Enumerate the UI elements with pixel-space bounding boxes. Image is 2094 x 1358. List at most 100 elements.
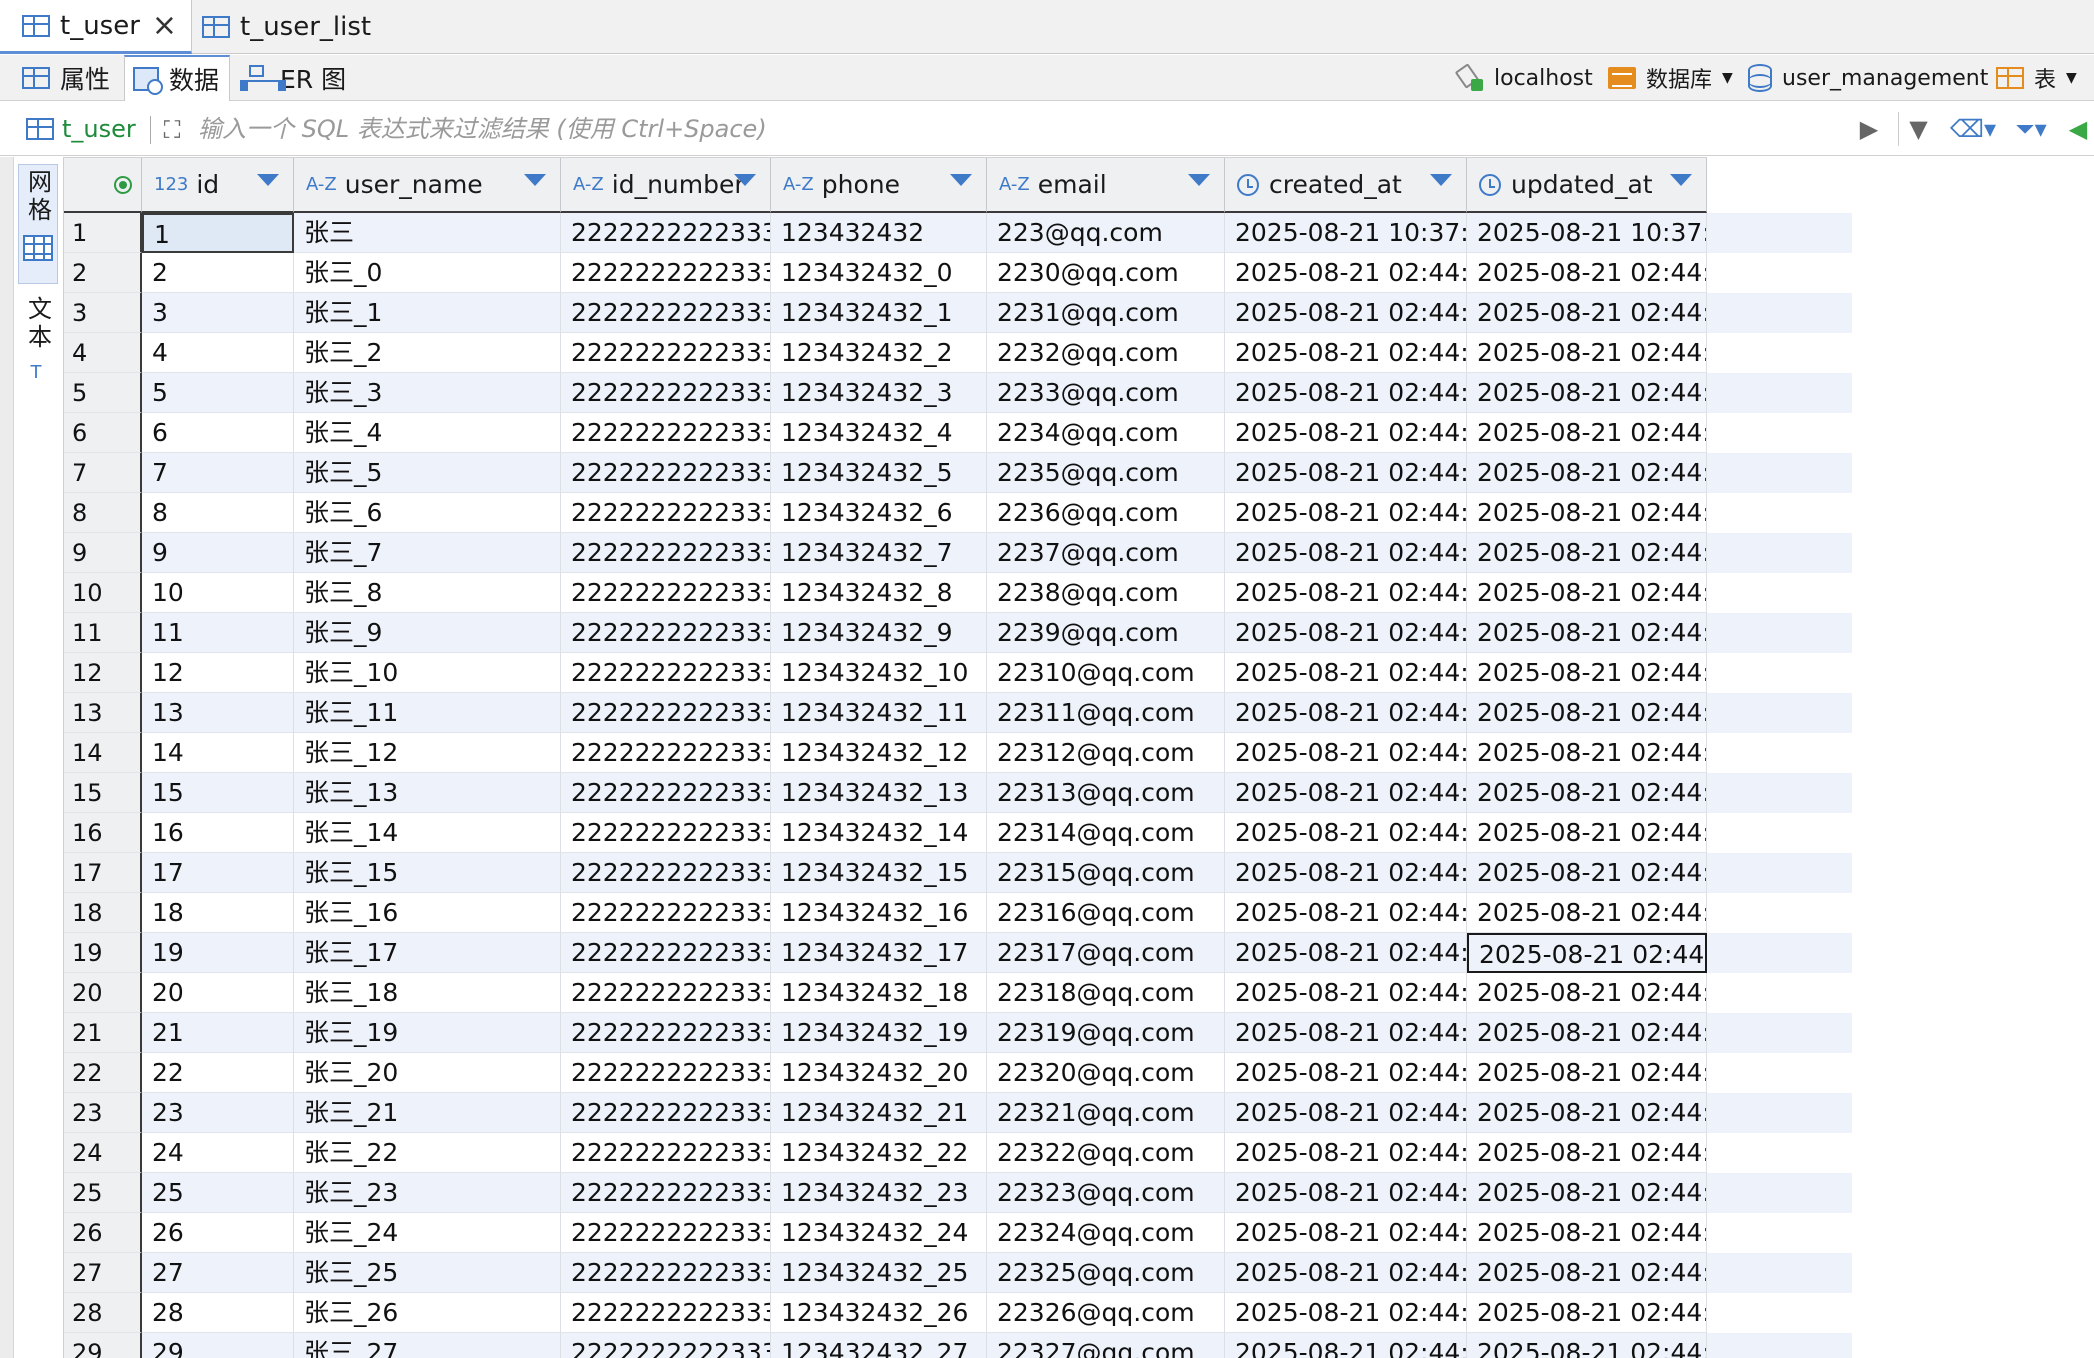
row-number[interactable]: 6 [64, 413, 142, 453]
cell-created-at[interactable]: 2025-08-21 02:44:55 [1225, 1053, 1467, 1093]
cell-phone[interactable]: 123432432_0 [771, 253, 987, 293]
cell-user-name[interactable]: 张三_15 [294, 853, 561, 893]
cell-phone[interactable]: 123432432_10 [771, 653, 987, 693]
row-number[interactable]: 26 [64, 1213, 142, 1253]
cell-user-name[interactable]: 张三_27 [294, 1333, 561, 1358]
tables-selector[interactable]: 表 ▼ [1996, 55, 2077, 101]
cell-created-at[interactable]: 2025-08-21 02:44:55 [1225, 893, 1467, 933]
cell-phone[interactable]: 123432432_21 [771, 1093, 987, 1133]
cell-created-at[interactable]: 2025-08-21 02:44:55 [1225, 1253, 1467, 1293]
editor-tab-t-user-list[interactable]: t_user_list [196, 0, 406, 54]
row-number[interactable]: 7 [64, 453, 142, 493]
cell-phone[interactable]: 123432432_13 [771, 773, 987, 813]
table-row[interactable]: 2222张三_202222222222333l_20123432432_2022… [64, 1053, 1852, 1093]
row-number[interactable]: 29 [64, 1333, 142, 1358]
cell-user-name[interactable]: 张三_17 [294, 933, 561, 973]
cell-id-number[interactable]: 2222222222333l_3 [561, 373, 771, 413]
table-row[interactable]: 1616张三_142222222222333l_14123432432_1422… [64, 813, 1852, 853]
cell-id-number[interactable]: 2222222222333l_2 [561, 333, 771, 373]
cell-email[interactable]: 2239@qq.com [987, 613, 1225, 653]
cell-id-number[interactable]: 2222222222333l_21 [561, 1093, 771, 1133]
cell-created-at[interactable]: 2025-08-21 02:44:55 [1225, 533, 1467, 573]
table-row[interactable]: 1818张三_162222222222333l_16123432432_1622… [64, 893, 1852, 933]
cell-id[interactable]: 28 [142, 1293, 294, 1333]
cell-id[interactable]: 7 [142, 453, 294, 493]
sort-dropdown-icon[interactable] [950, 174, 972, 186]
cell-phone[interactable]: 123432432_23 [771, 1173, 987, 1213]
cell-phone[interactable]: 123432432_26 [771, 1293, 987, 1333]
cell-id-number[interactable]: 2222222222333l_6 [561, 493, 771, 533]
row-number[interactable]: 13 [64, 693, 142, 733]
cell-id-number[interactable]: 2222222222333l_13 [561, 773, 771, 813]
cell-phone[interactable]: 123432432_12 [771, 733, 987, 773]
cell-id-number[interactable]: 2222222222333l_14 [561, 813, 771, 853]
cell-email[interactable]: 2236@qq.com [987, 493, 1225, 533]
cell-id-number[interactable]: 2222222222333l_27 [561, 1333, 771, 1358]
cell-id[interactable]: 21 [142, 1013, 294, 1053]
sort-dropdown-icon[interactable] [1188, 174, 1210, 186]
cell-created-at[interactable]: 2025-08-21 02:44:55 [1225, 973, 1467, 1013]
cell-id[interactable]: 5 [142, 373, 294, 413]
column-header-updated-at[interactable]: updated_at [1467, 157, 1707, 213]
cell-updated-at[interactable]: 2025-08-21 10:37:16 [1467, 213, 1707, 253]
cell-phone[interactable]: 123432432_17 [771, 933, 987, 973]
cell-created-at[interactable]: 2025-08-21 02:44:55 [1225, 1013, 1467, 1053]
cell-id-number[interactable]: 2222222222333l_4 [561, 413, 771, 453]
cell-id[interactable]: 9 [142, 533, 294, 573]
cell-id[interactable]: 23 [142, 1093, 294, 1133]
cell-email[interactable]: 22313@qq.com [987, 773, 1225, 813]
sort-dropdown-icon[interactable] [1670, 174, 1692, 186]
table-row[interactable]: 1717张三_152222222222333l_15123432432_1522… [64, 853, 1852, 893]
table-row[interactable]: 2121张三_192222222222333l_19123432432_1922… [64, 1013, 1852, 1053]
cell-created-at[interactable]: 2025-08-21 02:44:55 [1225, 933, 1467, 973]
table-row[interactable]: 2727张三_252222222222333l_25123432432_2522… [64, 1253, 1852, 1293]
cell-id[interactable]: 13 [142, 693, 294, 733]
cell-user-name[interactable]: 张三_9 [294, 613, 561, 653]
cell-email[interactable]: 22310@qq.com [987, 653, 1225, 693]
cell-user-name[interactable]: 张三_23 [294, 1173, 561, 1213]
cell-email[interactable]: 2232@qq.com [987, 333, 1225, 373]
cell-updated-at[interactable]: 2025-08-21 02:44:55 [1467, 853, 1707, 893]
row-number[interactable]: 22 [64, 1053, 142, 1093]
cell-id-number[interactable]: 2222222222333l_23 [561, 1173, 771, 1213]
cell-phone[interactable]: 123432432 [771, 213, 987, 253]
cell-email[interactable]: 2231@qq.com [987, 293, 1225, 333]
tab-data[interactable]: 数据 [124, 55, 230, 101]
cell-updated-at[interactable]: 2025-08-21 02:44:55 [1467, 1133, 1707, 1173]
row-number[interactable]: 4 [64, 333, 142, 373]
cell-email[interactable]: 2235@qq.com [987, 453, 1225, 493]
cell-email[interactable]: 22320@qq.com [987, 1053, 1225, 1093]
cell-phone[interactable]: 123432432_20 [771, 1053, 987, 1093]
cell-email[interactable]: 22312@qq.com [987, 733, 1225, 773]
cell-email[interactable]: 2234@qq.com [987, 413, 1225, 453]
cell-id-number[interactable]: 2222222222333l_1 [561, 293, 771, 333]
table-row[interactable]: 1414张三_122222222222333l_12123432432_1222… [64, 733, 1852, 773]
cell-user-name[interactable]: 张三_1 [294, 293, 561, 333]
cell-id[interactable]: 26 [142, 1213, 294, 1253]
table-row[interactable]: 1919张三_172222222222333l_17123432432_1722… [64, 933, 1852, 973]
column-header-phone[interactable]: A-Z phone [771, 157, 987, 213]
cell-phone[interactable]: 123432432_22 [771, 1133, 987, 1173]
column-header-user-name[interactable]: A-Z user_name [294, 157, 561, 213]
cell-updated-at[interactable]: 2025-08-21 02:44:55 [1467, 613, 1707, 653]
cell-email[interactable]: 22315@qq.com [987, 853, 1225, 893]
cell-phone[interactable]: 123432432_14 [771, 813, 987, 853]
sort-dropdown-icon[interactable] [524, 174, 546, 186]
column-header-email[interactable]: A-Z email [987, 157, 1225, 213]
cell-phone[interactable]: 123432432_27 [771, 1333, 987, 1358]
cell-id[interactable]: 4 [142, 333, 294, 373]
cell-user-name[interactable]: 张三_3 [294, 373, 561, 413]
cell-id[interactable]: 18 [142, 893, 294, 933]
cell-created-at[interactable]: 2025-08-21 02:44:55 [1225, 813, 1467, 853]
cell-updated-at[interactable]: 2025-08-21 02:44:55 [1467, 573, 1707, 613]
cell-updated-at[interactable]: 2025-08-21 02:44:55 [1467, 1253, 1707, 1293]
table-row[interactable]: 33张三_12222222222333l_1123432432_12231@qq… [64, 293, 1852, 333]
cell-id-number[interactable]: 2222222222333l_15 [561, 853, 771, 893]
row-number[interactable]: 17 [64, 853, 142, 893]
cell-created-at[interactable]: 2025-08-21 02:44:55 [1225, 733, 1467, 773]
cell-email[interactable]: 22323@qq.com [987, 1173, 1225, 1213]
cell-updated-at[interactable]: 2025-08-21 02:44:55 [1467, 773, 1707, 813]
table-row[interactable]: 1111张三_92222222222333l_9123432432_92239@… [64, 613, 1852, 653]
cell-phone[interactable]: 123432432_4 [771, 413, 987, 453]
cell-email[interactable]: 22318@qq.com [987, 973, 1225, 1013]
